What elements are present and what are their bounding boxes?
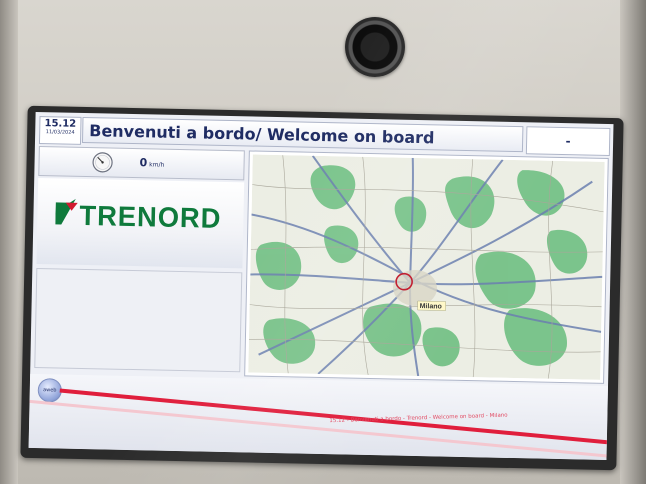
header-status: -: [525, 126, 611, 156]
route-map[interactable]: Milano: [248, 154, 605, 380]
passenger-info-screen: 15.12 11/03/2024 Benvenuti a bordo/ Welc…: [28, 111, 614, 460]
welcome-title: Benvenuti a bordo/ Welcome on board: [81, 116, 524, 153]
footer-bar: aweb 15.12 - Benvenuti a bordo - Trenord…: [28, 373, 614, 460]
clock-box: 15.12 11/03/2024: [38, 116, 82, 145]
clock-time: 15.12: [44, 118, 77, 130]
housing-left-edge: [0, 0, 18, 484]
camera-lens: [345, 17, 405, 77]
trenord-logo: TRENORD: [55, 198, 222, 234]
speed-indicator: 0 km/h: [38, 146, 245, 181]
clock-date: 11/03/2024: [45, 129, 75, 136]
info-panel: [34, 268, 243, 373]
map-frame: Milano: [244, 150, 609, 384]
speed-readout: 0 km/h: [139, 156, 164, 170]
housing-right-edge: [620, 0, 646, 484]
speed-value: 0: [139, 156, 148, 170]
map-city-label: Milano: [420, 303, 442, 310]
screen-bezel: 15.12 11/03/2024 Benvenuti a bordo/ Welc…: [20, 105, 624, 471]
footer-ticker: 15.12 - Benvenuti a bordo - Trenord - We…: [329, 412, 508, 425]
footer-pink-stripe: [29, 399, 614, 460]
aweb-badge: aweb: [37, 378, 63, 403]
logo-wordmark: TRENORD: [79, 200, 222, 234]
brand-panel: TRENORD: [36, 178, 245, 269]
speedometer-icon: [92, 152, 113, 173]
speed-unit: km/h: [149, 161, 165, 169]
